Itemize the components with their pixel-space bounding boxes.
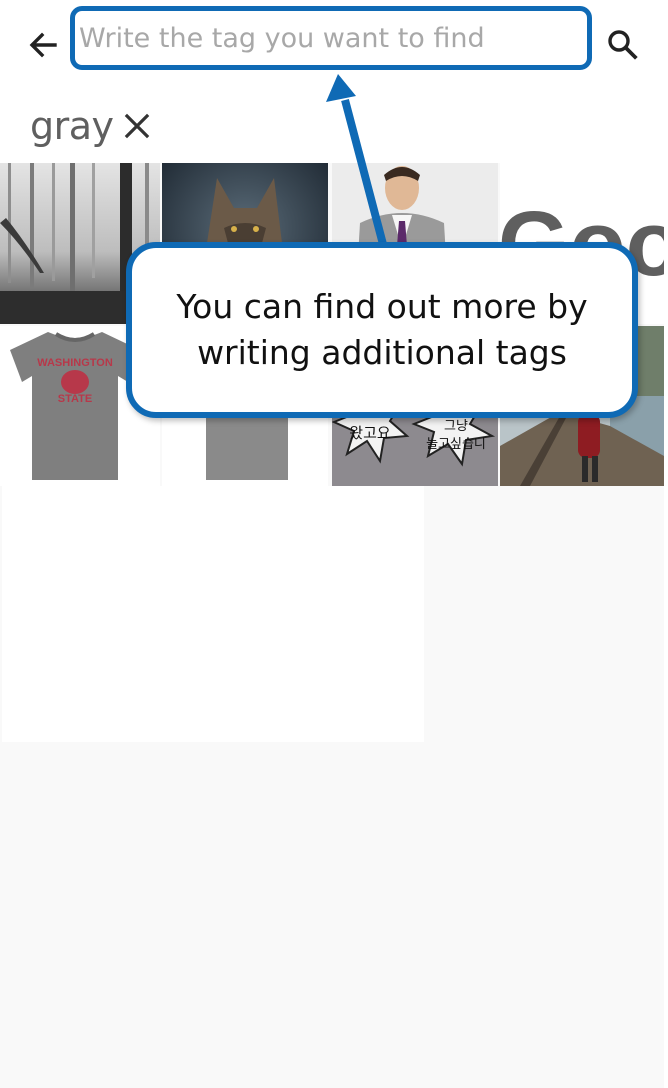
right-edge [664, 0, 668, 1088]
search-button[interactable] [600, 22, 644, 66]
tutorial-callout: You can find out more by writing additio… [126, 242, 638, 418]
arrow-left-icon [29, 32, 57, 58]
remove-tag-button[interactable] [122, 111, 152, 141]
callout-text: You can find out more by writing additio… [176, 287, 588, 372]
svg-text:WASHINGTON: WASHINGTON [37, 357, 113, 369]
empty-result-area [2, 486, 424, 742]
magnifier-icon [608, 30, 638, 60]
svg-text:그냥: 그냥 [444, 419, 468, 434]
svg-text:왔고요: 왔고요 [349, 424, 391, 442]
tag-chip: gray [30, 100, 152, 152]
tag-label: gray [30, 104, 114, 148]
search-input[interactable] [77, 21, 587, 55]
svg-text:놀고싶습니: 놀고싶습니 [426, 437, 486, 452]
svg-text:STATE: STATE [58, 393, 92, 405]
search-field[interactable] [70, 6, 592, 70]
close-icon [124, 113, 149, 139]
back-button[interactable] [22, 24, 64, 66]
